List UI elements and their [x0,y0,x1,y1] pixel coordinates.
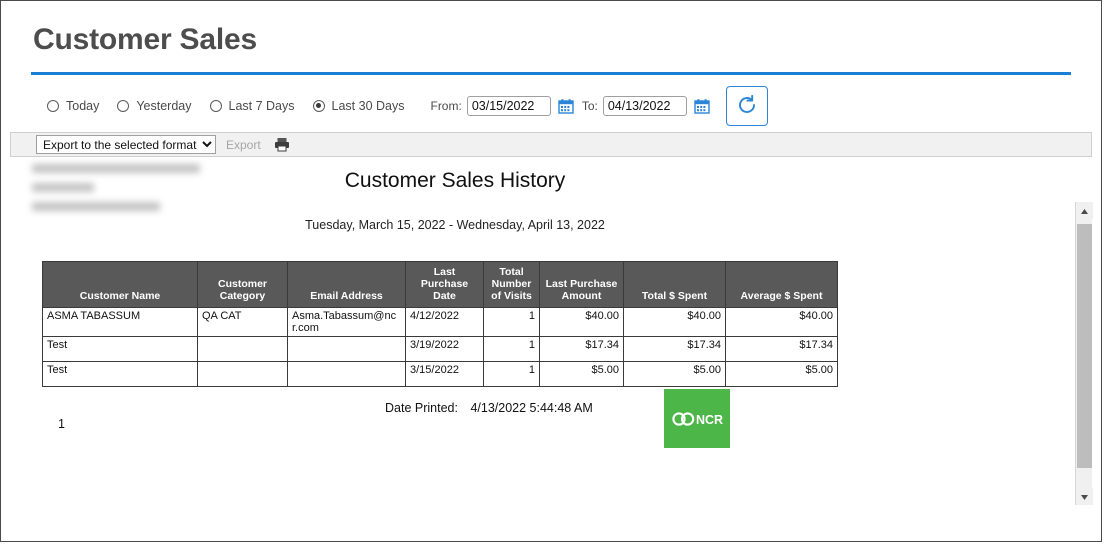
printer-icon[interactable] [274,137,290,152]
export-button[interactable]: Export [226,138,261,152]
cell-average-spent: $40.00 [725,307,838,338]
cell-average-spent: $5.00 [725,361,838,388]
scroll-up-button[interactable] [1076,202,1093,219]
cell-last-purchase-date: 3/19/2022 [405,336,484,363]
cell-last-purchase-date: 4/12/2022 [405,307,484,338]
radio-yesterday[interactable]: Yesterday [117,99,192,113]
report-viewport: Customer Sales History Tuesday, March 15… [10,157,1092,460]
date-printed-label: Date Printed: [385,401,458,415]
export-toolbar: Export to the selected format Export [10,132,1092,157]
radio-today[interactable]: Today [47,99,99,113]
cell-email-address [287,361,406,388]
redacted-line [32,164,200,173]
cell-average-spent: $17.34 [725,336,838,363]
report-scrollbar[interactable] [1075,202,1093,505]
scroll-down-button[interactable] [1076,488,1093,505]
calendar-icon[interactable] [558,98,574,114]
from-date-input[interactable] [466,96,551,116]
cell-last-purchase-amount: $17.34 [539,336,624,363]
refresh-button[interactable] [725,86,768,126]
customer-sales-table: Customer Name Customer Category Email Ad… [42,260,838,388]
report-page: Customer Sales History Tuesday, March 15… [10,157,1092,460]
radio-yesterday-dot[interactable] [117,100,130,112]
radio-today-label: Today [66,99,100,113]
table-row: Test 3/15/2022 1 $5.00 $5.00 $5.00 [42,361,838,388]
chevron-up-icon [1080,202,1089,220]
report-footer: 1 Date Printed: 4/13/2022 5:44:48 AM NCR [10,389,1092,453]
table-header-row: Customer Name Customer Category Email Ad… [42,260,838,309]
svg-text:NCR: NCR [696,413,723,427]
cell-total-visits: 1 [483,361,540,388]
export-format-select[interactable]: Export to the selected format [36,135,216,154]
cell-customer-category: QA CAT [197,307,288,338]
radio-today-dot[interactable] [47,100,59,112]
radio-last-30-days-dot[interactable] [312,100,325,112]
cell-total-visits: 1 [483,307,540,338]
page-title: Customer Sales [33,23,257,56]
cell-total-spent: $5.00 [623,361,726,388]
from-label: From: [430,99,462,113]
redacted-store-info [32,164,200,221]
cell-customer-name: Test [42,361,198,388]
radio-last-30-days-label: Last 30 Days [331,99,405,113]
ncr-logo: NCR [664,389,730,448]
cell-total-spent: $40.00 [623,307,726,338]
calendar-icon[interactable] [694,98,710,114]
cell-customer-name: ASMA TABASSUM [42,307,198,338]
column-header-customer-category: Customer Category [197,260,288,309]
column-header-last-purchase-date: Last Purchase Date [405,260,484,309]
column-header-total-number-of-visits: Total Number of Visits [483,260,540,309]
to-date-input[interactable] [602,96,687,116]
cell-total-spent: $17.34 [623,336,726,363]
to-label: To: [581,99,598,113]
filter-bar: Today Yesterday Last 7 Days Last 30 Days… [1,75,1101,126]
radio-yesterday-label: Yesterday [136,99,192,113]
chevron-down-icon [1080,488,1089,506]
refresh-icon [736,94,758,119]
page-number: 1 [58,417,65,431]
cell-customer-category [197,336,288,363]
redacted-line [32,202,160,211]
radio-last-30-days[interactable]: Last 30 Days [312,99,405,113]
radio-last-7-days[interactable]: Last 7 Days [209,99,295,113]
cell-last-purchase-amount: $40.00 [539,307,624,338]
table-row: ASMA TABASSUM QA CAT Asma.Tabassum@ncr.c… [42,307,838,338]
redacted-line [32,183,94,192]
date-printed-value: 4/13/2022 5:44:48 AM [470,401,593,415]
page-header: Customer Sales [1,1,1101,56]
cell-customer-category [197,361,288,388]
column-header-total-spent: Total $ Spent [623,260,726,309]
column-header-last-purchase-amount: Last Purchase Amount [539,260,624,309]
cell-email-address [287,336,406,363]
cell-total-visits: 1 [483,336,540,363]
cell-last-purchase-amount: $5.00 [539,361,624,388]
radio-last-7-days-dot[interactable] [209,100,222,112]
column-header-average-spent: Average $ Spent [725,260,838,309]
radio-last-7-days-label: Last 7 Days [228,99,295,113]
date-range-radio-group: Today Yesterday Last 7 Days Last 30 Days [47,99,422,113]
customer-sales-window: Customer Sales Today Yesterday Last 7 Da… [0,0,1102,542]
column-header-email-address: Email Address [287,260,406,309]
date-printed: Date Printed: 4/13/2022 5:44:48 AM [385,401,593,415]
cell-last-purchase-date: 3/15/2022 [405,361,484,388]
cell-email-address: Asma.Tabassum@ncr.com [287,307,406,338]
cell-customer-name: Test [42,336,198,363]
table-row: Test 3/19/2022 1 $17.34 $17.34 $17.34 [42,336,838,363]
scrollbar-thumb[interactable] [1077,224,1092,468]
column-header-customer-name: Customer Name [42,260,198,309]
